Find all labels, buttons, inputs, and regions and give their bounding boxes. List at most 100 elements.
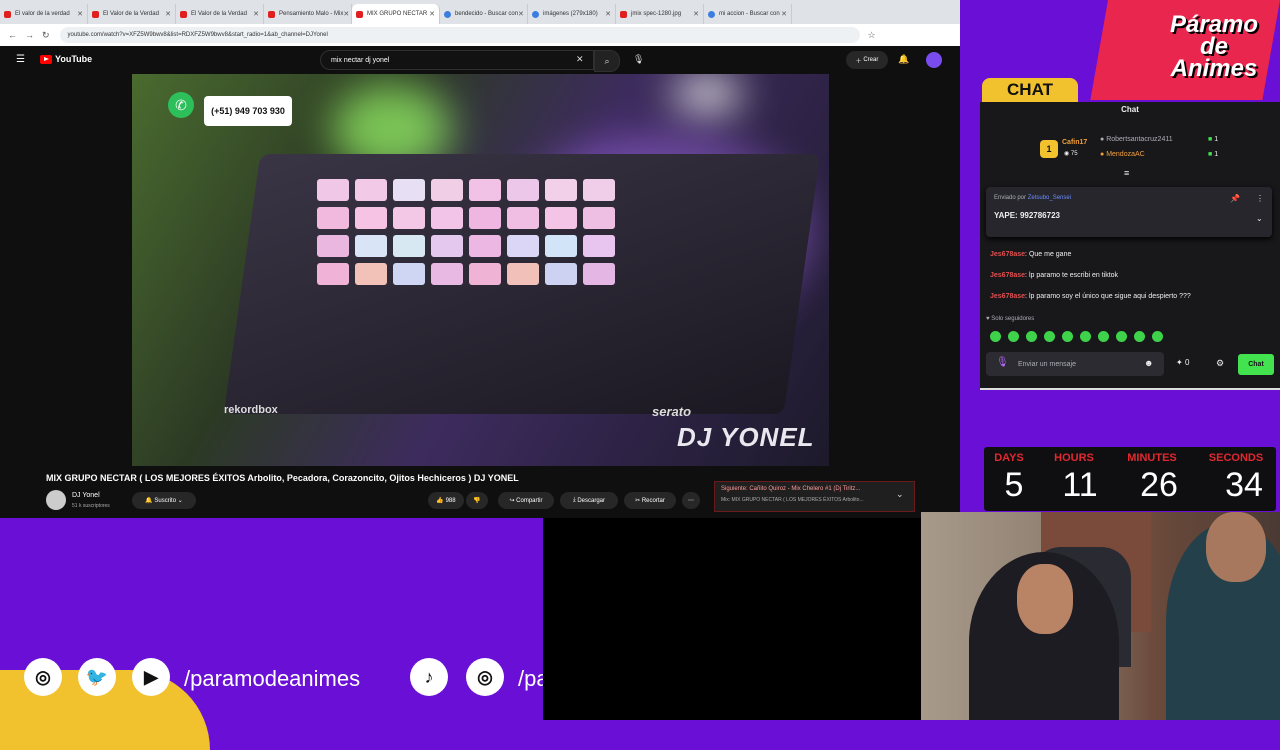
url-field[interactable]: youtube.com/watch?v=XFZ5W9bwv8&list=RDXF… [59, 27, 860, 43]
emote-icon[interactable] [1080, 331, 1091, 342]
chat-settings-gear-icon[interactable]: ⚙ [1216, 358, 1224, 369]
minutes-value: 26 [1140, 466, 1178, 504]
close-tab-icon[interactable]: ✕ [781, 10, 787, 18]
like-button[interactable]: 👍 988 [428, 492, 464, 509]
chat-panel [980, 102, 1280, 390]
browser-tab[interactable]: jmix spec-1280.jpg ✕ [616, 4, 704, 24]
leader-3-count: ■ 1 [1208, 151, 1219, 158]
channel-points-button[interactable]: ✦ 0 [1176, 358, 1189, 367]
pinned-by: Enviado por Zetsubo_Sensei [994, 195, 1072, 201]
emote-icon[interactable] [1026, 331, 1037, 342]
browser-tab[interactable]: El valor de la verdad ✕ [0, 4, 88, 24]
close-tab-icon[interactable]: ✕ [693, 10, 699, 18]
twitter-icon: 🐦 [78, 658, 116, 696]
search-input[interactable]: mix nectar dj yonel [320, 50, 594, 70]
pin-icon[interactable]: 📌 [1230, 194, 1240, 203]
download-button[interactable]: ⤓ Descargar [560, 492, 618, 509]
chevron-down-icon[interactable]: ⌄ [896, 489, 904, 500]
browser-tab[interactable]: bendecido - Buscar con ✕ [440, 4, 528, 24]
emote-picker-icon[interactable]: ☻ [1144, 358, 1153, 368]
create-button[interactable]: ＋ Crear [846, 51, 888, 69]
close-tab-icon[interactable]: ✕ [253, 10, 259, 18]
leader-1-points: ◉ 75 [1064, 151, 1078, 157]
image-favicon-icon [532, 10, 539, 18]
browser-tab[interactable]: El Valor de la Verdad ✕ [88, 4, 176, 24]
video-title: MIX GRUPO NECTAR ( LOS MEJORES ÉXITOS Ar… [46, 473, 519, 483]
youtube-favicon-icon [356, 10, 363, 18]
seconds-label: SECONDS [1208, 452, 1264, 464]
microphone-icon[interactable]: 🎙 [633, 54, 644, 65]
hours-label: HOURS [1054, 452, 1094, 464]
days-value: 5 [1004, 466, 1024, 504]
close-tab-icon[interactable]: ✕ [518, 10, 524, 18]
notifications-bell-icon[interactable]: 🔔 [898, 54, 909, 65]
chat-message: Jes678ase: lp paramo te escribi en tikto… [990, 272, 1119, 279]
clear-search-icon[interactable]: ✕ [576, 54, 584, 65]
webcam-feed [921, 512, 1280, 720]
bell-icon: 🔔 [145, 498, 155, 504]
leader-2-name[interactable]: ● Robertsantacruz2411 [1100, 136, 1173, 143]
close-tab-icon[interactable]: ✕ [605, 10, 611, 18]
more-actions-button[interactable]: ⋯ [682, 492, 700, 509]
channel-avatar[interactable] [46, 490, 66, 510]
emote-icon[interactable] [1062, 331, 1073, 342]
more-icon: ⋯ [688, 498, 694, 504]
channel-name[interactable]: DJ Yonel [72, 492, 100, 499]
account-avatar[interactable] [926, 52, 942, 68]
browser-tab[interactable]: imágenes (279x180) ✕ [528, 4, 616, 24]
video-player[interactable]: ✆ (+51) 949 703 930 rekordbox serato DJ … [132, 74, 829, 466]
empty-scene-area [543, 518, 921, 720]
youtube-icon: ▶ [132, 658, 170, 696]
leader-3-name[interactable]: ● MendozaAC [1100, 151, 1145, 158]
white-light [672, 74, 742, 114]
chevron-down-icon: ⌄ [176, 498, 183, 504]
close-tab-icon[interactable]: ✕ [343, 10, 349, 18]
tab-bar: El valor de la verdad ✕ El Valor de la Ve… [0, 0, 960, 24]
whatsapp-icon: ✆ [168, 92, 194, 118]
menu-icon[interactable]: ☰ [16, 54, 25, 65]
back-arrow-icon[interactable]: ← [8, 30, 17, 40]
seconds-value: 34 [1225, 466, 1263, 504]
share-button[interactable]: ↪ Compartir [498, 492, 554, 509]
emote-icon[interactable] [1098, 331, 1109, 342]
channel-points-icon: ◉ [1064, 151, 1071, 157]
more-options-icon[interactable]: ⋮ [1256, 194, 1264, 203]
search-icon[interactable]: ⌕ [594, 50, 620, 72]
emote-icon[interactable] [990, 331, 1001, 342]
clip-button[interactable]: ✂ Recortar [624, 492, 676, 509]
close-tab-icon[interactable]: ✕ [429, 10, 435, 18]
youtube-logo[interactable]: YouTube [40, 54, 92, 64]
streamer-right-face [1206, 512, 1266, 582]
forward-arrow-icon[interactable]: → [25, 30, 34, 40]
emote-icon[interactable] [1116, 331, 1127, 342]
leader-1-name[interactable]: Cafin17 [1062, 139, 1087, 146]
emote-icon[interactable] [1044, 331, 1055, 342]
dislike-button[interactable]: 👎 [466, 492, 488, 509]
browser-tab[interactable]: El Valor de la Verdad ✕ [176, 4, 264, 24]
emote-icon[interactable] [1134, 331, 1145, 342]
microphone-icon[interactable]: 🎙 [996, 357, 1009, 368]
youtube-favicon-icon [268, 10, 275, 18]
close-tab-icon[interactable]: ✕ [165, 10, 171, 18]
emote-icon[interactable] [1008, 331, 1019, 342]
browser-tab[interactable]: mi accion - Buscar con ✕ [704, 4, 792, 24]
thumbs-up-icon: 👍 [436, 498, 446, 504]
chat-message: Jes678ase: Que me gane [990, 251, 1072, 258]
reload-icon[interactable]: ↻ [42, 30, 50, 41]
chat-send-button[interactable]: Chat [1238, 354, 1274, 375]
chat-input[interactable]: Enviar un mensaje [986, 352, 1164, 376]
subscribed-button[interactable]: 🔔 Suscrito ⌄ [132, 492, 196, 509]
social-handle-partial: /pa [518, 666, 543, 691]
browser-tab[interactable]: Pensamiento Malo - Mix ✕ [264, 4, 352, 24]
leader-2-count: ■ 1 [1208, 136, 1219, 143]
close-tab-icon[interactable]: ✕ [77, 10, 83, 18]
bookmark-star-icon[interactable]: ☆ [868, 30, 876, 41]
rank-badge-icon: 1 [1040, 140, 1058, 158]
channel-points-icon: ✦ [1176, 358, 1185, 367]
browser-tab-active[interactable]: MIX GRUPO NECTAR ✕ [352, 4, 440, 24]
serato-logo: serato [652, 404, 692, 419]
chevron-down-icon[interactable]: ⌄ [1256, 214, 1263, 223]
expand-leaderboard-icon[interactable]: ≡ [1124, 168, 1129, 178]
emote-icon[interactable] [1152, 331, 1163, 342]
chat-header: Chat [1121, 105, 1139, 114]
